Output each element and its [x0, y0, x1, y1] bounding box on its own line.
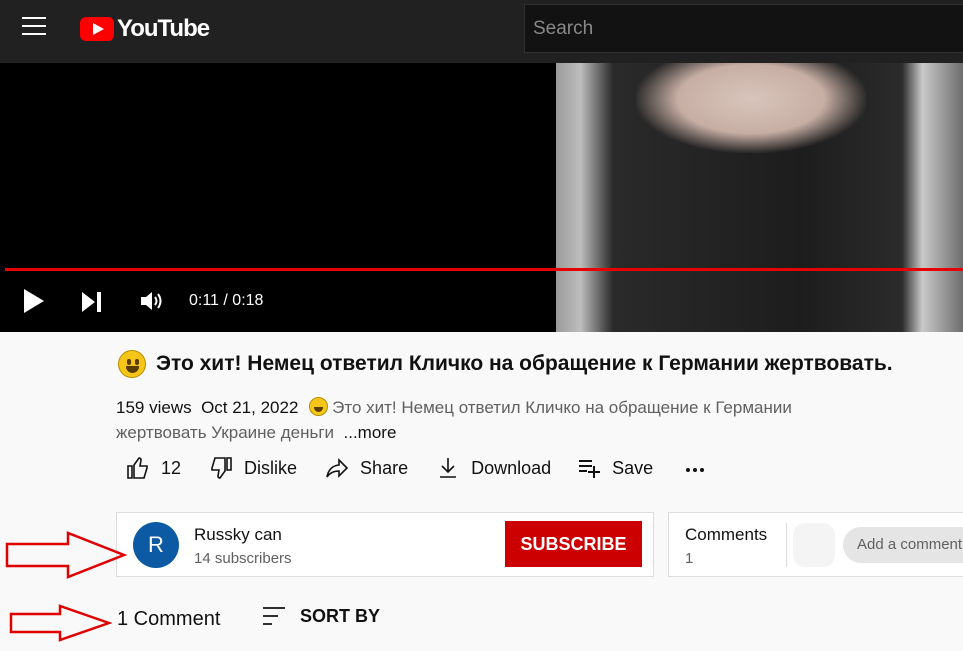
like-count: 12	[161, 457, 182, 478]
video-content	[636, 63, 866, 153]
more-actions-button[interactable]	[683, 456, 718, 480]
logo-text: YouTube	[117, 15, 210, 42]
sort-by-button[interactable]: SORT BY	[262, 605, 380, 627]
download-icon	[440, 458, 457, 478]
save-label: Save	[612, 457, 654, 478]
channel-avatar[interactable]: R	[133, 522, 179, 568]
comments-panel-count: 1	[685, 550, 694, 567]
thumbs-down-icon	[211, 457, 232, 479]
share-button[interactable]: Share	[325, 456, 408, 480]
time-display: 0:11 / 0:18	[189, 292, 264, 309]
grinning-face-emoji-icon	[118, 350, 146, 378]
download-label: Download	[471, 457, 552, 478]
video-title-row: Это хит! Немец ответил Кличко на обращен…	[118, 350, 893, 378]
subscribe-button[interactable]: SUBSCRIBE	[505, 521, 642, 567]
comment-count: 1 Comment	[117, 608, 221, 630]
share-icon	[326, 458, 349, 478]
top-bar: YouTube Search	[0, 0, 963, 63]
video-frame	[556, 63, 963, 332]
thumbs-up-icon	[127, 457, 148, 479]
divider	[786, 523, 787, 567]
description-line-2: жертвовать Украине деньги	[116, 423, 335, 442]
video-description-box[interactable]: 159 views Oct 21, 2022 Это хит! Немец от…	[116, 395, 836, 445]
download-button[interactable]: Download	[436, 456, 551, 480]
hamburger-menu-icon[interactable]	[22, 17, 48, 39]
annotation-arrow-icon	[9, 604, 112, 642]
comments-panel[interactable]: Comments 1 Add a comment	[668, 512, 963, 577]
description-line-1: Это хит! Немец ответил Кличко на обращен…	[332, 398, 792, 417]
dislike-button[interactable]: Dislike	[209, 456, 297, 480]
more-horizontal-icon	[686, 468, 705, 472]
comments-panel-title: Comments	[685, 525, 768, 544]
youtube-play-icon	[80, 17, 114, 41]
dislike-label: Dislike	[244, 457, 298, 478]
volume-icon[interactable]	[139, 289, 165, 313]
video-player[interactable]: 0:11 / 0:18	[0, 63, 963, 332]
sort-icon	[263, 607, 285, 625]
playlist-add-icon	[579, 460, 601, 478]
sort-by-label: SORT BY	[300, 605, 381, 626]
video-actions: 12 Dislike Share Download Save	[126, 456, 718, 480]
annotation-arrow-icon	[5, 531, 128, 579]
next-icon[interactable]	[82, 292, 104, 312]
subscriber-count: 14 subscribers	[194, 550, 292, 567]
view-count: 159 views	[116, 398, 192, 417]
search-input[interactable]: Search	[524, 4, 963, 53]
save-button[interactable]: Save	[577, 456, 653, 480]
play-icon[interactable]	[24, 289, 44, 313]
upload-date: Oct 21, 2022	[201, 398, 299, 417]
video-title: Это хит! Немец ответил Кличко на обращен…	[156, 352, 893, 375]
progress-bar[interactable]	[5, 268, 963, 271]
add-comment-input[interactable]: Add a comment	[843, 527, 963, 563]
grinning-face-emoji-icon	[309, 397, 329, 416]
channel-name[interactable]: Russky can	[194, 525, 282, 545]
channel-card: R Russky can 14 subscribers SUBSCRIBE	[116, 512, 654, 577]
commenter-avatar	[793, 523, 835, 567]
share-label: Share	[360, 457, 409, 478]
like-button[interactable]: 12	[126, 456, 181, 480]
youtube-logo[interactable]: YouTube	[80, 15, 210, 42]
show-more-link[interactable]: ...more	[344, 423, 397, 442]
